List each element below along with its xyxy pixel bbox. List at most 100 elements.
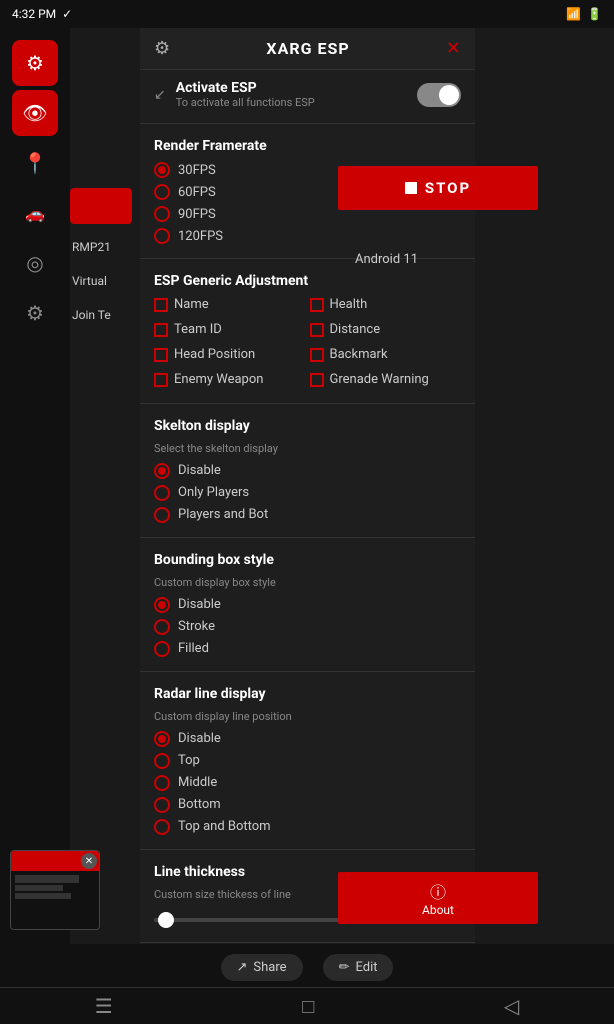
bbox-stroke-label: Stroke (178, 619, 215, 634)
nav-home-button[interactable]: □ (302, 994, 314, 1019)
fps-90-radio[interactable] (154, 206, 170, 222)
skelton-disable-radio[interactable] (154, 463, 170, 479)
checkbox-backmark-box[interactable] (310, 348, 324, 362)
checkbox-grenade-warning-box[interactable] (310, 373, 324, 387)
radar-disable[interactable]: Disable (154, 731, 461, 747)
checkbox-distance-box[interactable] (310, 323, 324, 337)
checkbox-grenade-warning-label: Grenade Warning (330, 372, 429, 389)
stop-button[interactable]: STOP (338, 166, 538, 210)
fps-30-radio[interactable] (154, 162, 170, 178)
skelton-radio-group: Disable Only Players Players and Bot (154, 463, 461, 523)
bbox-disable[interactable]: Disable (154, 597, 461, 613)
radar-top[interactable]: Top (154, 753, 461, 769)
about-button[interactable]: ⓘ About (338, 872, 538, 924)
checkbox-backmark[interactable]: Backmark (310, 347, 462, 364)
skelton-players-bot-label: Players and Bot (178, 507, 268, 522)
jointe-label: Join Te (72, 308, 111, 322)
checkbox-health[interactable]: Health (310, 297, 462, 314)
divider-3 (140, 403, 475, 404)
check-icon: ✓ (62, 7, 72, 21)
radar-top-radio[interactable] (154, 753, 170, 769)
esp-checkbox-grid: Name Health Team ID Distance Head Positi… (154, 297, 461, 389)
edit-button[interactable]: ✏ Edit (323, 954, 394, 981)
time: 4:32 PM (12, 7, 56, 21)
checkbox-name[interactable]: Name (154, 297, 306, 314)
checkbox-teamid-label: Team ID (174, 322, 222, 339)
fps-60-label: 60FPS (178, 185, 216, 200)
checkbox-health-box[interactable] (310, 298, 324, 312)
fps-90-label: 90FPS (178, 207, 216, 222)
skelton-only-players-label: Only Players (178, 485, 249, 500)
radar-middle[interactable]: Middle (154, 775, 461, 791)
panel-title: XARG ESP (266, 39, 349, 58)
sidebar-item-target[interactable]: ◎ (12, 240, 58, 286)
checkbox-head-position[interactable]: Head Position (154, 347, 306, 364)
thumbnail-close-button[interactable]: ✕ (81, 853, 97, 869)
checkbox-teamid[interactable]: Team ID (154, 322, 306, 339)
radar-bottom-radio[interactable] (154, 797, 170, 813)
bbox-stroke[interactable]: Stroke (154, 619, 461, 635)
radar-bottom-label: Bottom (178, 797, 221, 812)
radar-disable-radio[interactable] (154, 731, 170, 747)
line-thickness-thumb[interactable] (158, 912, 174, 928)
checkbox-enemy-weapon[interactable]: Enemy Weapon (154, 372, 306, 389)
checkbox-name-box[interactable] (154, 298, 168, 312)
checkbox-head-position-box[interactable] (154, 348, 168, 362)
share-button[interactable]: ↗ Share (221, 954, 303, 981)
bbox-filled[interactable]: Filled (154, 641, 461, 657)
radar-top-label: Top (178, 753, 200, 768)
skelton-only-players[interactable]: Only Players (154, 485, 461, 501)
fps-60-radio[interactable] (154, 184, 170, 200)
skelton-players-bot[interactable]: Players and Bot (154, 507, 461, 523)
checkbox-grenade-warning[interactable]: Grenade Warning (310, 372, 462, 389)
nav-bar: ☰ □ ◁ (0, 988, 614, 1024)
radar-line-title: Radar line display (154, 686, 461, 702)
radar-middle-label: Middle (178, 775, 217, 790)
edit-label: Edit (355, 960, 377, 975)
sidebar-item-settings2[interactable]: ⚙ (12, 290, 58, 336)
share-icon: ↗ (237, 960, 248, 975)
divider-4 (140, 537, 475, 538)
bbox-disable-radio[interactable] (154, 597, 170, 613)
sidebar-item-eye[interactable]: 👁 (12, 90, 58, 136)
skelton-players-bot-radio[interactable] (154, 507, 170, 523)
radar-middle-radio[interactable] (154, 775, 170, 791)
skelton-disable[interactable]: Disable (154, 463, 461, 479)
checkbox-distance[interactable]: Distance (310, 322, 462, 339)
bbox-stroke-radio[interactable] (154, 619, 170, 635)
bottom-bar: ↗ Share ✏ Edit ☰ □ ◁ (0, 944, 614, 1024)
divider-2 (140, 258, 475, 259)
sidebar-item-location[interactable]: 📍 (12, 140, 58, 186)
fps-120-radio[interactable] (154, 228, 170, 244)
close-button[interactable]: ✕ (446, 38, 461, 59)
fps-120-label: 120FPS (178, 229, 223, 244)
activate-esp-toggle[interactable] (417, 83, 461, 107)
nav-back-button[interactable]: ◁ (504, 994, 519, 1018)
virtual-label: Virtual (72, 274, 107, 288)
status-bar-right: 📶 🔋 (566, 7, 602, 21)
sidebar-item-gear[interactable]: ⚙ (12, 40, 58, 86)
radar-line-subtitle: Custom display line position (154, 710, 461, 723)
bbox-filled-label: Filled (178, 641, 209, 656)
sidebar-item-car[interactable]: 🚗 (12, 190, 58, 236)
radar-bottom[interactable]: Bottom (154, 797, 461, 813)
radar-top-bottom-radio[interactable] (154, 819, 170, 835)
checkbox-head-position-label: Head Position (174, 347, 255, 364)
checkbox-teamid-box[interactable] (154, 323, 168, 337)
esp-generic-section: ESP Generic Adjustment Name Health Team … (140, 263, 475, 399)
render-framerate-title: Render Framerate (154, 138, 461, 154)
checkbox-enemy-weapon-box[interactable] (154, 373, 168, 387)
radar-top-bottom[interactable]: Top and Bottom (154, 819, 461, 835)
skelton-only-players-radio[interactable] (154, 485, 170, 501)
esp-generic-title: ESP Generic Adjustment (154, 273, 461, 289)
nav-menu-button[interactable]: ☰ (95, 994, 113, 1018)
fps-120-item[interactable]: 120FPS (154, 228, 461, 244)
activate-esp-row: ↙ Activate ESP To activate all functions… (140, 70, 475, 119)
bbox-filled-radio[interactable] (154, 641, 170, 657)
activate-esp-subtitle: To activate all functions ESP (176, 96, 315, 109)
skelton-disable-label: Disable (178, 463, 221, 478)
radar-top-bottom-label: Top and Bottom (178, 819, 271, 834)
divider-7 (140, 942, 475, 943)
about-label: About (422, 903, 454, 917)
panel-header: ⚙ XARG ESP ✕ (140, 28, 475, 70)
